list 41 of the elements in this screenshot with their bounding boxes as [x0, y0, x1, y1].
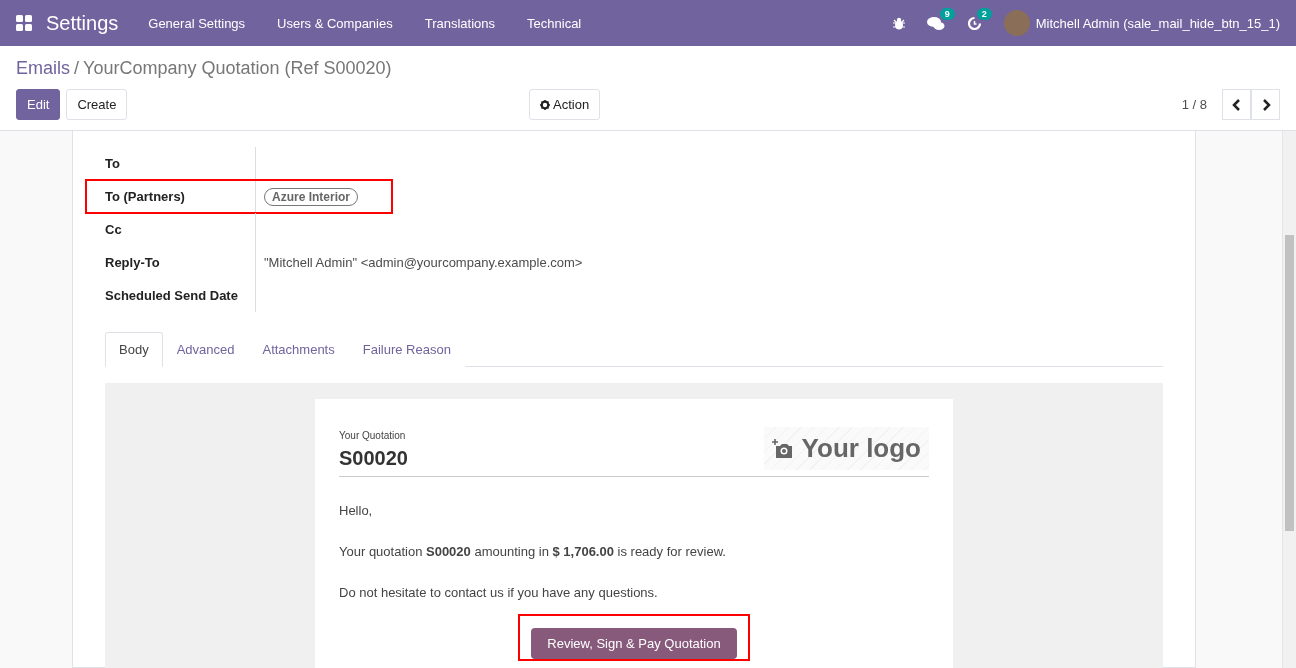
- quotation-caption: Your Quotation: [339, 430, 407, 441]
- pager-value: 1 / 8: [1181, 97, 1207, 112]
- field-value: "Mitchell Admin" <admin@yourcompany.example.com>: [264, 255, 583, 270]
- field-label: To (Partners): [105, 189, 186, 204]
- message-count: 9: [939, 7, 955, 20]
- field-label: Reply-To: [105, 255, 161, 270]
- chevron-left-icon: [1231, 98, 1242, 111]
- breadcrumb-current: YourCompany Quotation (Ref S00020): [83, 58, 392, 79]
- clock-icon[interactable]: [966, 15, 982, 31]
- field-label: To: [105, 156, 121, 171]
- menu-item[interactable]: Translations: [424, 15, 496, 31]
- user-name[interactable]: Mitchell Admin (sale_mail_hide_btn_15_1): [1035, 15, 1280, 31]
- scrollbar[interactable]: [1282, 131, 1296, 668]
- create-button[interactable]: Create: [66, 89, 128, 120]
- activity-count: 2: [976, 7, 992, 20]
- chevron-right-icon: [1260, 98, 1271, 111]
- email-paragraph: Hello,: [339, 503, 374, 518]
- action-button[interactable]: Action: [529, 89, 601, 120]
- logo-text: Your logo: [801, 433, 921, 464]
- chat-icon[interactable]: [926, 15, 945, 31]
- edit-button[interactable]: Edit: [16, 89, 61, 120]
- next-button[interactable]: [1251, 89, 1280, 120]
- menu-item[interactable]: Technical: [527, 15, 582, 31]
- email-paragraph: Do not hesitate to contact us if you have any questions.: [339, 585, 659, 600]
- quotation-number: S00020: [339, 447, 408, 470]
- breadcrumb-separator: /: [74, 58, 80, 79]
- field-label: Scheduled Send Date: [105, 288, 239, 303]
- breadcrumb-link[interactable]: Emails: [16, 58, 70, 79]
- bug-icon[interactable]: [892, 16, 905, 30]
- menu-item[interactable]: General Settings: [148, 15, 246, 31]
- scrollbar-thumb[interactable]: [1285, 235, 1294, 531]
- app-title: Settings: [46, 11, 119, 35]
- previous-button[interactable]: [1222, 89, 1251, 120]
- gear-icon: [540, 99, 550, 110]
- tab[interactable]: Body: [105, 332, 163, 367]
- camera-icon: [771, 438, 794, 459]
- field-label: Cc: [105, 222, 123, 237]
- email-paragraph: Your quotation S00020 amounting in $ 1,706.00 is ready for review.: [339, 544, 727, 559]
- menu-item[interactable]: Users & Companies: [277, 15, 393, 31]
- apps-menu-icon[interactable]: [16, 15, 32, 31]
- review-sign-pay-button[interactable]: Review, Sign & Pay Quotation: [531, 628, 737, 659]
